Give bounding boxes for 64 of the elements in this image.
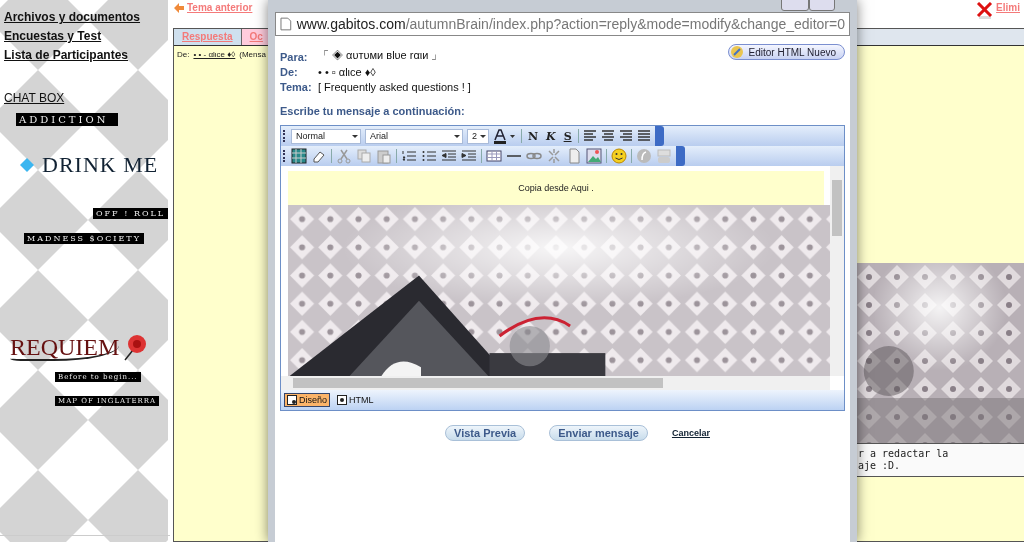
cut-icon[interactable] [336, 148, 352, 164]
field-value: [ Frequently asked questions ! ] [318, 81, 471, 93]
style-select[interactable]: Normal [291, 128, 361, 144]
mode-icon [337, 395, 347, 405]
italic-button[interactable]: K [544, 129, 558, 143]
font-select[interactable]: Arial [365, 128, 463, 144]
strikethrough-button[interactable]: S [561, 129, 574, 143]
field-label: Para: [280, 51, 309, 63]
smiley-icon[interactable] [611, 148, 627, 164]
content-text: Copia desde Aqui . [288, 171, 824, 205]
prompt: Escribe tu mensaje a continuación: [280, 105, 466, 117]
address-bar[interactable]: www.gabitos.com/autumnBrain/index.php?action=reply&mode=modify&change_editor=0 [275, 12, 850, 36]
mode-icon [287, 395, 297, 405]
page-icon [280, 17, 292, 31]
cancel-link[interactable]: Cancelar [671, 428, 710, 438]
bold-button[interactable]: N [526, 129, 541, 143]
banner-label[interactable]: ADDICTION [16, 113, 118, 126]
maximize-button[interactable] [809, 0, 835, 11]
align-center-icon[interactable] [600, 129, 615, 143]
table-grid-icon[interactable] [291, 148, 307, 164]
mode-tab[interactable]: HTML [334, 393, 377, 407]
diamond-icon [20, 158, 34, 172]
paste-icon[interactable] [376, 148, 392, 164]
justify-icon[interactable] [636, 129, 651, 143]
post-label: De: [177, 50, 190, 59]
minimize-button[interactable] [781, 0, 809, 11]
unlink-icon[interactable] [546, 148, 562, 164]
size-select[interactable]: 2 [467, 128, 489, 144]
horizontal-scrollbar[interactable] [281, 376, 830, 390]
outdent-icon[interactable] [441, 148, 457, 164]
sidebar-link[interactable]: Archivos y documentos [4, 10, 141, 24]
banner-label[interactable]: DRINK ME [42, 152, 159, 178]
sidebar-link[interactable]: Encuestas y Test [4, 29, 102, 43]
arrow-left-icon [174, 2, 184, 13]
banner-label[interactable]: OFF ! ROLL [93, 208, 169, 219]
align-left-icon[interactable] [582, 129, 597, 143]
toolbar-options-button[interactable] [676, 146, 685, 166]
chat-link[interactable]: CHAT BOX [4, 91, 65, 105]
form-button[interactable]: Vista Previa [445, 425, 526, 441]
post-author-link[interactable]: • • - αlιce ♦◊ [193, 50, 236, 59]
banner-label[interactable]: MADNESS $OCIETY [24, 233, 144, 244]
mode-tab[interactable]: Diseño [284, 393, 330, 407]
cross-icon [976, 2, 995, 20]
toolbar-options-button[interactable] [654, 126, 664, 146]
field-value: 「 ◈ αυтυми вlυe rαιи 」 [318, 48, 444, 63]
pencil-icon [730, 46, 743, 58]
vertical-scrollbar[interactable] [830, 166, 844, 376]
form-button[interactable]: Enviar mensaje [549, 425, 648, 441]
copy-icon[interactable] [356, 148, 372, 164]
banner-label[interactable]: REQUIEM [10, 335, 120, 361]
post-note: (Mensa [239, 50, 266, 59]
editor-button[interactable]: Editor HTML Nuevo [727, 44, 845, 60]
text-color-icon[interactable] [493, 128, 517, 144]
indent-icon[interactable] [461, 148, 477, 164]
message-text: r a redactar la aje :D. [855, 443, 1024, 477]
bullet-list-icon[interactable] [421, 148, 437, 164]
sidebar-link[interactable]: Lista de Participantes [4, 48, 129, 62]
field-label: De: [280, 66, 299, 78]
image-icon[interactable] [586, 148, 602, 164]
field-value: • • ▫ αlιce ♦◊ [318, 66, 377, 78]
numbered-list-icon[interactable] [401, 148, 417, 164]
page-icon[interactable] [566, 148, 582, 164]
align-right-icon[interactable] [618, 129, 633, 143]
field-label: Tema: [280, 81, 313, 93]
